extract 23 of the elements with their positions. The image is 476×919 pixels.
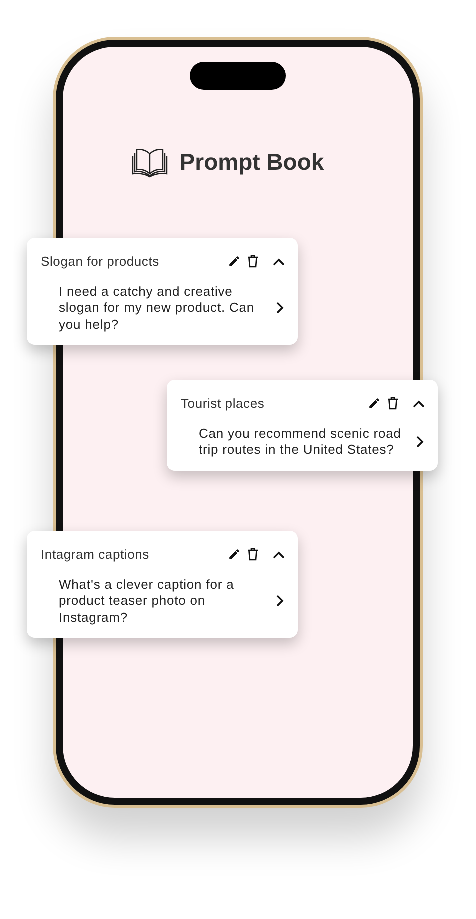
trash-icon bbox=[247, 255, 259, 268]
chevron-up-icon bbox=[273, 550, 285, 559]
prompt-title: Slogan for products bbox=[41, 253, 160, 271]
prompt-text: Can you recommend scenic road trip routes in the United States? bbox=[199, 426, 402, 458]
trash-icon bbox=[387, 397, 399, 410]
delete-button[interactable] bbox=[245, 254, 261, 270]
prompt-text: What's a clever caption for a product teaser photo on Instagram? bbox=[59, 576, 236, 626]
pencil-icon bbox=[368, 397, 380, 410]
delete-button[interactable] bbox=[245, 546, 261, 563]
pencil-icon bbox=[228, 255, 240, 268]
chevron-up-icon bbox=[413, 400, 425, 408]
book-icon bbox=[132, 146, 168, 178]
prompt-title: Intagram captions bbox=[41, 546, 150, 564]
app-title: Prompt Book bbox=[180, 148, 324, 177]
chevron-right-icon bbox=[416, 436, 424, 448]
chevron-up-icon bbox=[273, 258, 285, 266]
pencil-icon bbox=[228, 548, 240, 562]
chevron-right-icon bbox=[276, 595, 284, 608]
trash-icon bbox=[247, 548, 259, 562]
prompt-title: Tourist places bbox=[181, 395, 266, 413]
prompt-text: I need a catchy and creative slogan for my new product. Can you help? bbox=[59, 284, 256, 333]
delete-button[interactable] bbox=[385, 396, 401, 412]
chevron-right-icon bbox=[276, 302, 284, 314]
